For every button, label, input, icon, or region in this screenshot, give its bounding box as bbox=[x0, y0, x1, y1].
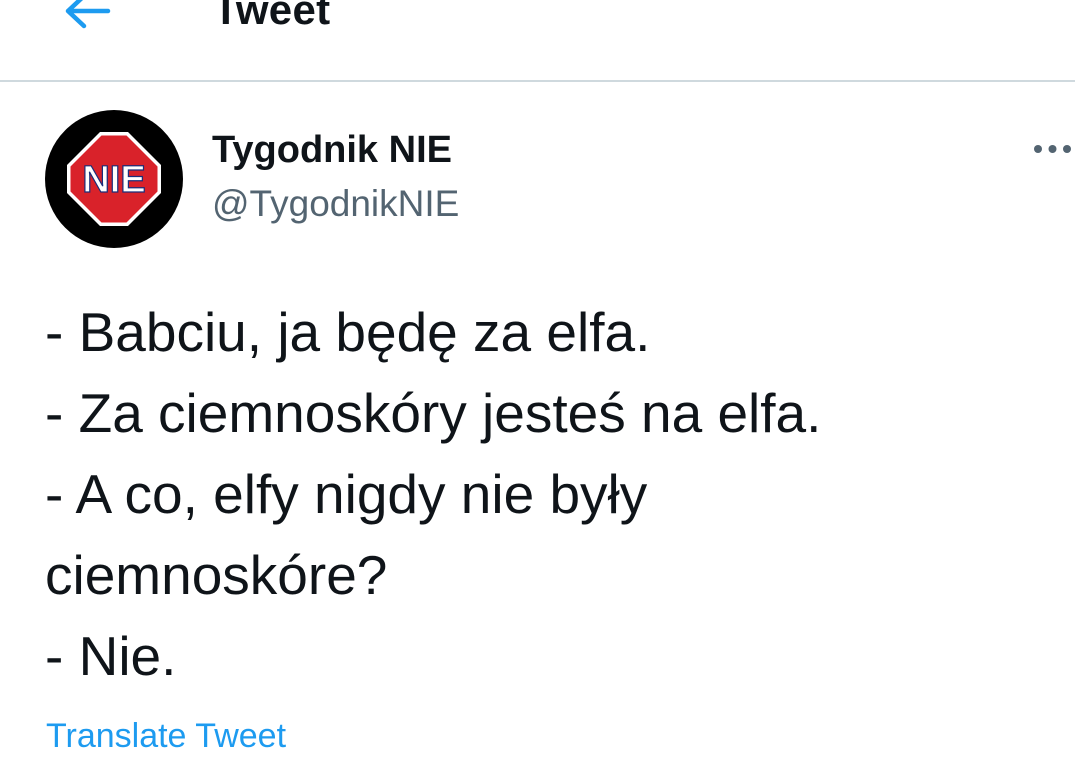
avatar-logo-text: NIE bbox=[82, 159, 145, 201]
tweet-line: - Za ciemnoskóry jesteś na elfa. bbox=[45, 382, 822, 444]
tweet-line: - Babciu, ja będę za elfa. bbox=[45, 301, 651, 363]
tweet-line: - A co, elfy nigdy nie były bbox=[45, 463, 648, 525]
arrow-left-icon bbox=[65, 0, 111, 29]
tweet-line: - Nie. bbox=[45, 625, 177, 687]
tweet-line: ciemnoskóre? bbox=[45, 544, 388, 606]
more-horizontal-icon bbox=[1034, 145, 1071, 153]
avatar[interactable]: NIE bbox=[45, 110, 183, 248]
top-navigation-bar: Tweet bbox=[0, 0, 1075, 82]
stop-sign-logo: NIE bbox=[67, 132, 161, 226]
back-button[interactable] bbox=[58, 0, 114, 34]
author-handle[interactable]: @TygodnikNIE bbox=[212, 182, 459, 226]
translate-tweet-link[interactable]: Translate Tweet bbox=[46, 714, 286, 758]
more-options-button[interactable] bbox=[1030, 136, 1075, 162]
tweet-text: - Babciu, ja będę za elfa. - Za ciemnosk… bbox=[45, 292, 1055, 697]
page-title: Tweet bbox=[213, 0, 331, 33]
author-display-name[interactable]: Tygodnik NIE bbox=[212, 128, 452, 172]
